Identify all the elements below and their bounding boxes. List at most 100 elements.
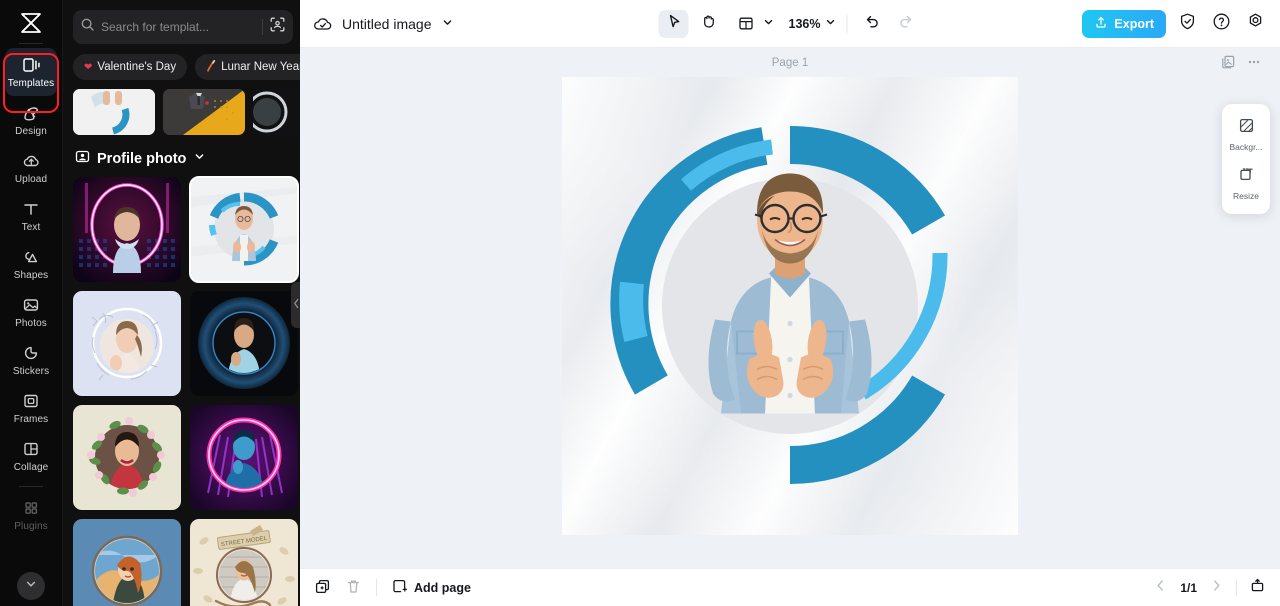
strip-thumb-3[interactable] [253,89,300,135]
sidebar-item-label: Shapes [13,270,49,281]
sidebar-item-label: Design [15,126,47,137]
tool-hand-button[interactable] [693,10,723,38]
tag-valentines-day[interactable]: ❤ Valentine's Day [73,54,188,80]
collapse-panel-handle[interactable] [291,282,300,328]
template-card-neon-pink-portrait[interactable] [73,177,181,282]
image-search-icon[interactable] [269,16,286,38]
hand-pan-icon [699,13,716,35]
page-label: Page 1 [771,57,809,69]
sidebar-item-label: Frames [13,414,49,425]
top-toolbar: Untitled image 136% Export [300,0,1280,48]
sidebar-item-templates[interactable]: Templates [5,48,57,96]
chevron-down-icon[interactable] [193,150,206,167]
left-rail: Templates Design Upload Text Shapes Phot… [0,0,62,606]
section-title: Profile photo [97,150,187,167]
delete-page-button[interactable] [345,578,362,598]
template-grid: STREET MODEL [63,176,300,606]
export-button[interactable]: Export [1082,9,1166,38]
document-title-button[interactable]: Untitled image [342,16,454,32]
more-horizontal-icon[interactable] [1246,54,1262,75]
redo-button[interactable] [891,10,921,38]
layout-grid-icon [731,10,761,38]
duplicate-page-button[interactable] [314,578,331,598]
bottom-toolbar: Add page 1/1 [300,568,1280,606]
top-right-actions: Export [1082,9,1268,38]
tag-label: Valentine's Day [97,61,177,73]
redo-icon [898,13,915,35]
help-circle-icon [1212,12,1231,36]
sidebar-item-label: Text [21,222,41,233]
chevron-down-icon [24,577,38,596]
sidebar-item-design[interactable]: Design [5,96,57,144]
strip-thumb-2[interactable] [163,89,245,135]
template-card-floral-wreath-woman[interactable] [73,291,181,396]
shield-button[interactable] [1174,11,1200,37]
tag-label: Lunar New Year [221,61,300,73]
toolbar-divider [846,14,848,33]
resize-tool-label: Resize [1233,191,1259,201]
tag-lunar-new-year[interactable]: Lunar New Year [195,54,300,80]
tool-select-button[interactable] [658,9,689,38]
search-box[interactable] [73,10,293,44]
expand-sidebar-button[interactable] [17,572,45,600]
sidebar-item-frames[interactable]: Frames [5,384,57,432]
page-navigation: 1/1 [1153,577,1266,599]
export-label: Export [1114,16,1154,31]
profile-photo-icon [75,149,90,168]
templates-panel: ❤ Valentine's Day Lunar New Year [62,0,300,606]
background-tool-button[interactable]: Backgr... [1222,110,1270,159]
add-page-icon [391,578,408,598]
template-card-dark-glow-portrait[interactable] [190,291,298,396]
resize-tool-button[interactable]: Resize [1222,159,1270,208]
sidebar-item-stickers[interactable]: Stickers [5,336,57,384]
template-card-beige-street-model[interactable]: STREET MODEL [190,519,298,606]
template-card-anime-girl-circle[interactable] [73,519,181,606]
sidebar-item-shapes[interactable]: Shapes [5,240,57,288]
main-area: Untitled image 136% Export Page 1 Backgr… [300,0,1280,606]
artboard[interactable] [562,77,1018,535]
plugins-grid-icon [21,498,41,518]
chevron-down-icon [441,16,454,32]
sidebar-item-upload[interactable]: Upload [5,144,57,192]
trash-icon [345,578,362,598]
shield-check-icon [1178,12,1197,36]
sidebar-item-label: Collage [13,462,49,473]
template-card-magenta-neon-man[interactable] [190,405,298,510]
templates-icon [21,55,41,75]
strip-thumb-1[interactable] [73,89,155,135]
sidebar-item-plugins[interactable]: Plugins [5,491,57,539]
search-divider [262,19,263,35]
help-button[interactable] [1208,11,1234,37]
template-card-green-wreath-woman[interactable] [73,405,181,510]
duplicate-page-icon[interactable] [1220,54,1236,75]
sidebar-item-photos[interactable]: Photos [5,288,57,336]
canvas-tools: 136% [658,9,922,38]
section-header-profile-photo[interactable]: Profile photo [63,135,300,177]
undo-button[interactable] [857,10,887,38]
layout-select[interactable] [731,10,775,38]
page-tools [1220,54,1262,75]
photos-icon [21,295,41,315]
prev-page-button[interactable] [1153,578,1168,598]
man-thumbs-up-photo [708,173,872,414]
sidebar-item-text[interactable]: Text [5,192,57,240]
next-page-button[interactable] [1209,578,1224,598]
duplicate-icon [314,578,331,598]
canvas-area[interactable]: Page 1 Backgr... Resize [300,48,1280,568]
sidebar-item-collage[interactable]: Collage [5,432,57,480]
capcut-logo-icon [16,10,46,36]
search-input[interactable] [101,20,256,34]
cursor-select-icon [665,13,682,35]
gear-icon [1246,12,1265,36]
page-label-row: Page 1 [300,48,1280,78]
settings-button[interactable] [1242,11,1268,37]
add-page-button[interactable]: Add page [391,578,471,598]
zoom-select[interactable]: 136% [787,15,837,33]
chevron-left-icon [293,296,300,314]
canvas-side-panel: Backgr... Resize [1222,104,1270,214]
present-button[interactable] [1249,577,1266,599]
background-tool-label: Backgr... [1229,142,1263,152]
template-card-blue-arc-thumbs-up[interactable] [189,176,299,283]
search-icon [80,17,95,37]
app-root: Templates Design Upload Text Shapes Phot… [0,0,1280,606]
